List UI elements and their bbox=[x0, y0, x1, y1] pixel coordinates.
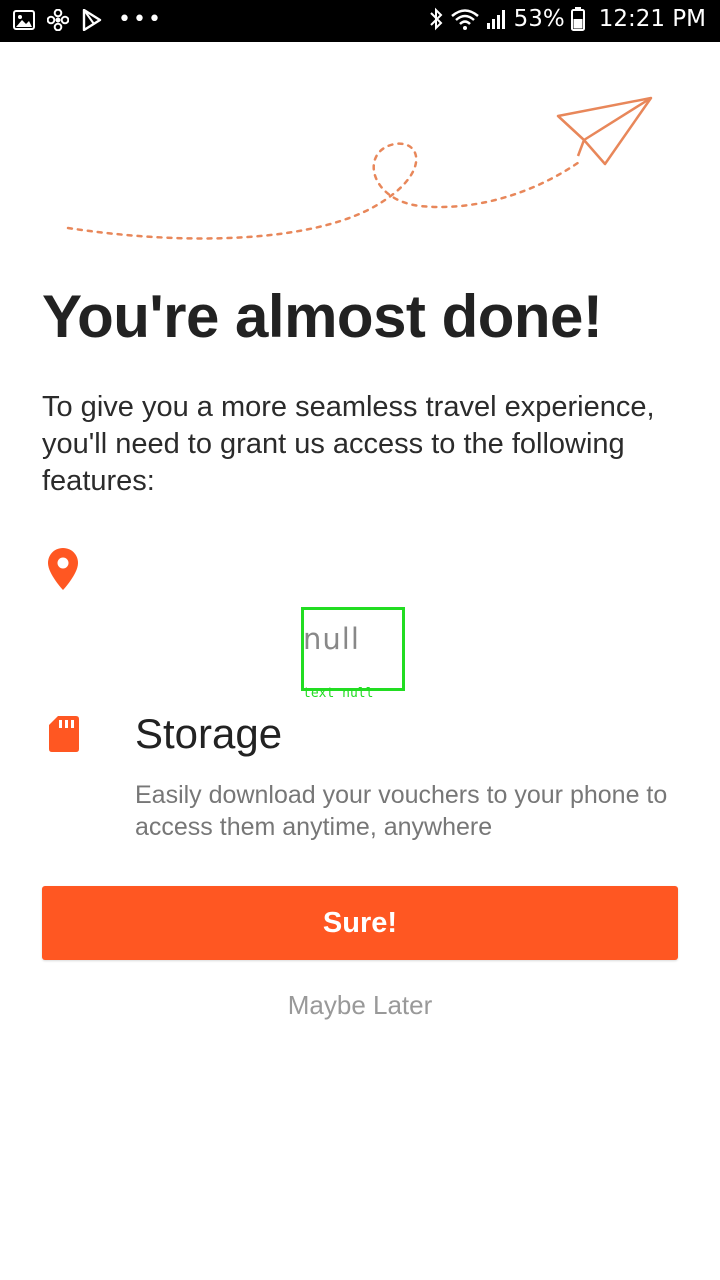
signal-icon bbox=[486, 8, 508, 30]
null-caption: text null bbox=[303, 686, 374, 701]
bluetooth-icon bbox=[428, 7, 444, 31]
intro-text: To give you a more seamless travel exper… bbox=[42, 391, 655, 497]
paper-plane-icon bbox=[556, 96, 653, 166]
status-bar: ••• 53% 12:21 PM bbox=[0, 0, 720, 42]
flight-path-icon bbox=[66, 142, 584, 240]
feature-storage-title: Storage bbox=[135, 710, 283, 757]
status-right-icons: 53% 12:21 PM bbox=[428, 6, 706, 32]
location-pin-icon bbox=[44, 546, 82, 592]
page-title: You're almost done! bbox=[42, 283, 603, 350]
status-left-icons: ••• bbox=[12, 8, 163, 32]
sd-card-icon bbox=[46, 714, 82, 754]
null-text: null bbox=[303, 622, 360, 656]
feature-storage-description: Easily download your vouchers to your ph… bbox=[135, 781, 668, 841]
more-dots-icon: ••• bbox=[118, 7, 163, 32]
paper-plane-illustration bbox=[66, 96, 653, 240]
status-time: 12:21 PM bbox=[598, 6, 706, 32]
gallery-icon bbox=[12, 8, 36, 32]
wifi-icon bbox=[450, 7, 480, 31]
play-store-icon bbox=[80, 8, 104, 32]
permission-screen: ••• 53% 12:21 PM You're almost done! To … bbox=[0, 0, 720, 1280]
battery-icon bbox=[570, 7, 585, 31]
battery-percent: 53% bbox=[513, 6, 565, 32]
fan-icon bbox=[46, 8, 70, 32]
sure-button[interactable]: Sure! bbox=[42, 886, 678, 960]
maybe-later-button[interactable]: Maybe Later bbox=[0, 990, 720, 1021]
